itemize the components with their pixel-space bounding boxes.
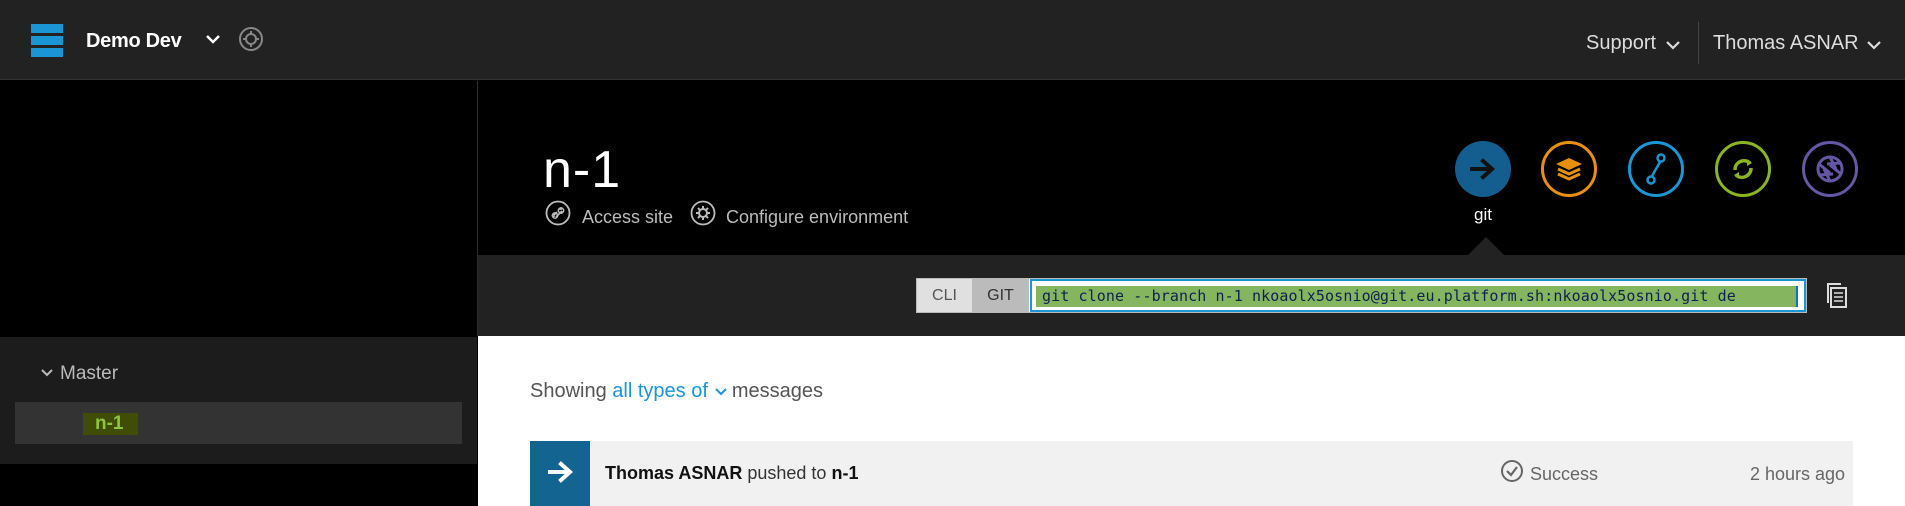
cli-tab[interactable]: CLI: [917, 279, 972, 312]
sync-icon: [1733, 158, 1753, 180]
backup-action-button[interactable]: [1802, 141, 1858, 197]
topbar-divider: [1698, 22, 1699, 64]
git-action-button[interactable]: [1455, 141, 1511, 197]
tree-item-label: n-1: [83, 413, 138, 435]
environment-title: n-1: [543, 141, 622, 199]
environment-tree: Master n-1: [0, 337, 477, 464]
master-chevron-down-icon[interactable]: [40, 368, 54, 378]
activity-panel: Showing all types of messages Thomas ASNA…: [478, 336, 1905, 506]
command-pointer: [1467, 237, 1505, 256]
activity-user[interactable]: Thomas ASNAR: [605, 463, 742, 483]
filter-type-dropdown[interactable]: all types of: [612, 380, 708, 402]
git-command-text: git clone --branch n-1 nkoaolx5osnio@git…: [1042, 287, 1736, 305]
configure-gear-icon[interactable]: [690, 200, 716, 226]
check-circle-icon: [1501, 460, 1523, 482]
activity-filter: Showing all types of messages: [530, 380, 823, 403]
push-activity-icon: [530, 441, 590, 506]
access-site-link[interactable]: Access site: [582, 207, 673, 228]
activity-target[interactable]: n-1: [831, 463, 858, 483]
arrow-right-icon: [548, 461, 574, 483]
arrow-right-icon: [1470, 158, 1496, 180]
user-menu[interactable]: Thomas ASNAR: [1713, 32, 1859, 55]
tree-item-master[interactable]: Master: [60, 363, 118, 385]
activity-description: Thomas ASNAR pushed to n-1: [605, 463, 858, 484]
support-chevron-down-icon[interactable]: [1665, 39, 1681, 51]
filter-chevron-down-icon[interactable]: [714, 387, 728, 397]
filter-suffix: messages: [731, 380, 824, 402]
activity-action: pushed to: [747, 463, 827, 483]
activity-status: Success: [1530, 464, 1599, 484]
top-bar: Demo Dev Support Thomas ASNAR: [0, 0, 1905, 80]
support-menu[interactable]: Support: [1586, 32, 1656, 55]
activity-item[interactable]: Thomas ASNAR pushed to n-1 Success 2 hou…: [530, 441, 1853, 506]
git-command-field[interactable]: git clone --branch n-1 nkoaolx5osnio@git…: [1030, 279, 1806, 312]
tree-item-n-1[interactable]: n-1: [15, 402, 462, 444]
filter-prefix: Showing: [530, 380, 607, 402]
sync-action-button[interactable]: [1715, 141, 1771, 197]
activity-time: 2 hours ago: [1750, 464, 1846, 484]
merge-action-button[interactable]: [1541, 141, 1597, 197]
project-settings-gear-icon[interactable]: [238, 26, 264, 52]
platform-logo-icon[interactable]: [31, 24, 63, 57]
aperture-icon: [1816, 155, 1844, 183]
git-action-label: git: [1474, 205, 1492, 224]
layers-icon: [1556, 158, 1582, 181]
copy-icon[interactable]: [1824, 281, 1850, 311]
git-tab-label: GIT: [987, 287, 1014, 304]
user-chevron-down-icon[interactable]: [1866, 39, 1882, 51]
project-chevron-down-icon[interactable]: [205, 33, 221, 45]
project-name[interactable]: Demo Dev: [86, 30, 182, 53]
clone-command-box: CLI GIT git clone --branch n-1 nkoaolx5o…: [916, 278, 1807, 313]
git-tab[interactable]: GIT: [972, 279, 1029, 312]
branch-icon: [1646, 153, 1666, 185]
environment-sidebar: Master n-1: [0, 81, 477, 506]
configure-environment-link[interactable]: Configure environment: [726, 207, 908, 228]
branch-action-button[interactable]: [1628, 141, 1684, 197]
link-icon[interactable]: [545, 200, 571, 226]
